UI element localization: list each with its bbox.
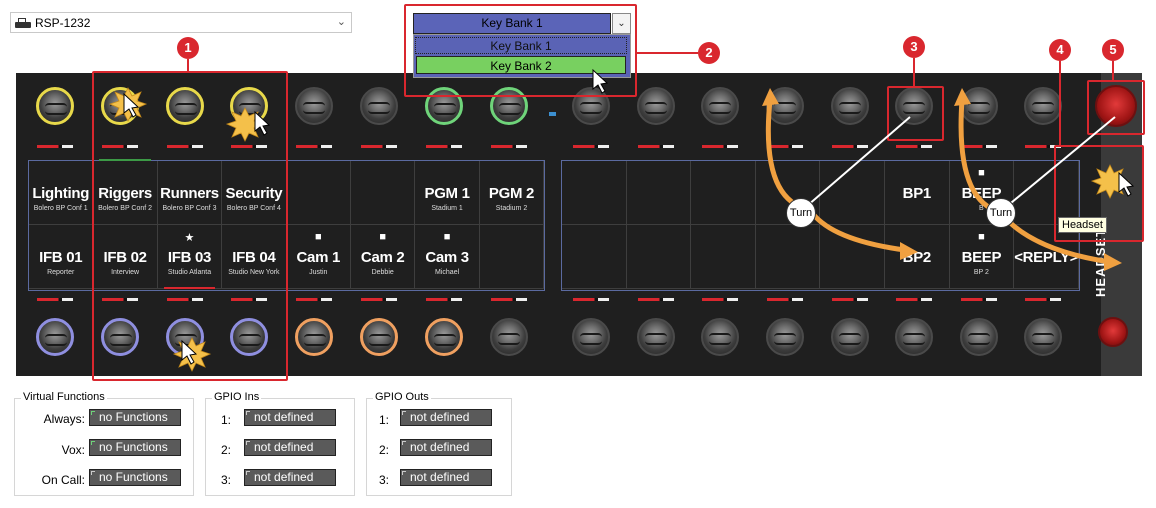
headset-tooltip: Headset (1058, 217, 1107, 233)
gpio-in-label: 2: (221, 443, 232, 457)
vf-label: On Call: (41, 473, 85, 487)
gpio-outs-title: GPIO Outs (373, 391, 431, 403)
gpio-out-label: 2: (379, 443, 390, 457)
gpio-in-value[interactable]: not defined (244, 409, 336, 426)
turn-indicator-2: Turn (986, 198, 1016, 228)
vf-value[interactable]: no Functions (89, 469, 181, 486)
gpio-out-value[interactable]: not defined (400, 469, 492, 486)
gpio-in-value[interactable]: not defined (244, 439, 336, 456)
gpio-out-label: 3: (379, 473, 390, 487)
vf-label: Always: (43, 412, 85, 426)
gpio-out-value[interactable]: not defined (400, 439, 492, 456)
gpio-out-value[interactable]: not defined (400, 409, 492, 426)
vf-value[interactable]: no Functions (89, 409, 181, 426)
gpio-ins-title: GPIO Ins (212, 391, 262, 403)
vf-value[interactable]: no Functions (89, 439, 181, 456)
gpio-in-value[interactable]: not defined (244, 469, 336, 486)
gpio-out-label: 1: (379, 413, 390, 427)
gpio-in-label: 1: (221, 413, 232, 427)
turn-indicator-1: Turn (786, 198, 816, 228)
gpio-in-label: 3: (221, 473, 232, 487)
virtual-functions-title: Virtual Functions (21, 391, 107, 403)
vf-label: Vox: (61, 443, 85, 457)
